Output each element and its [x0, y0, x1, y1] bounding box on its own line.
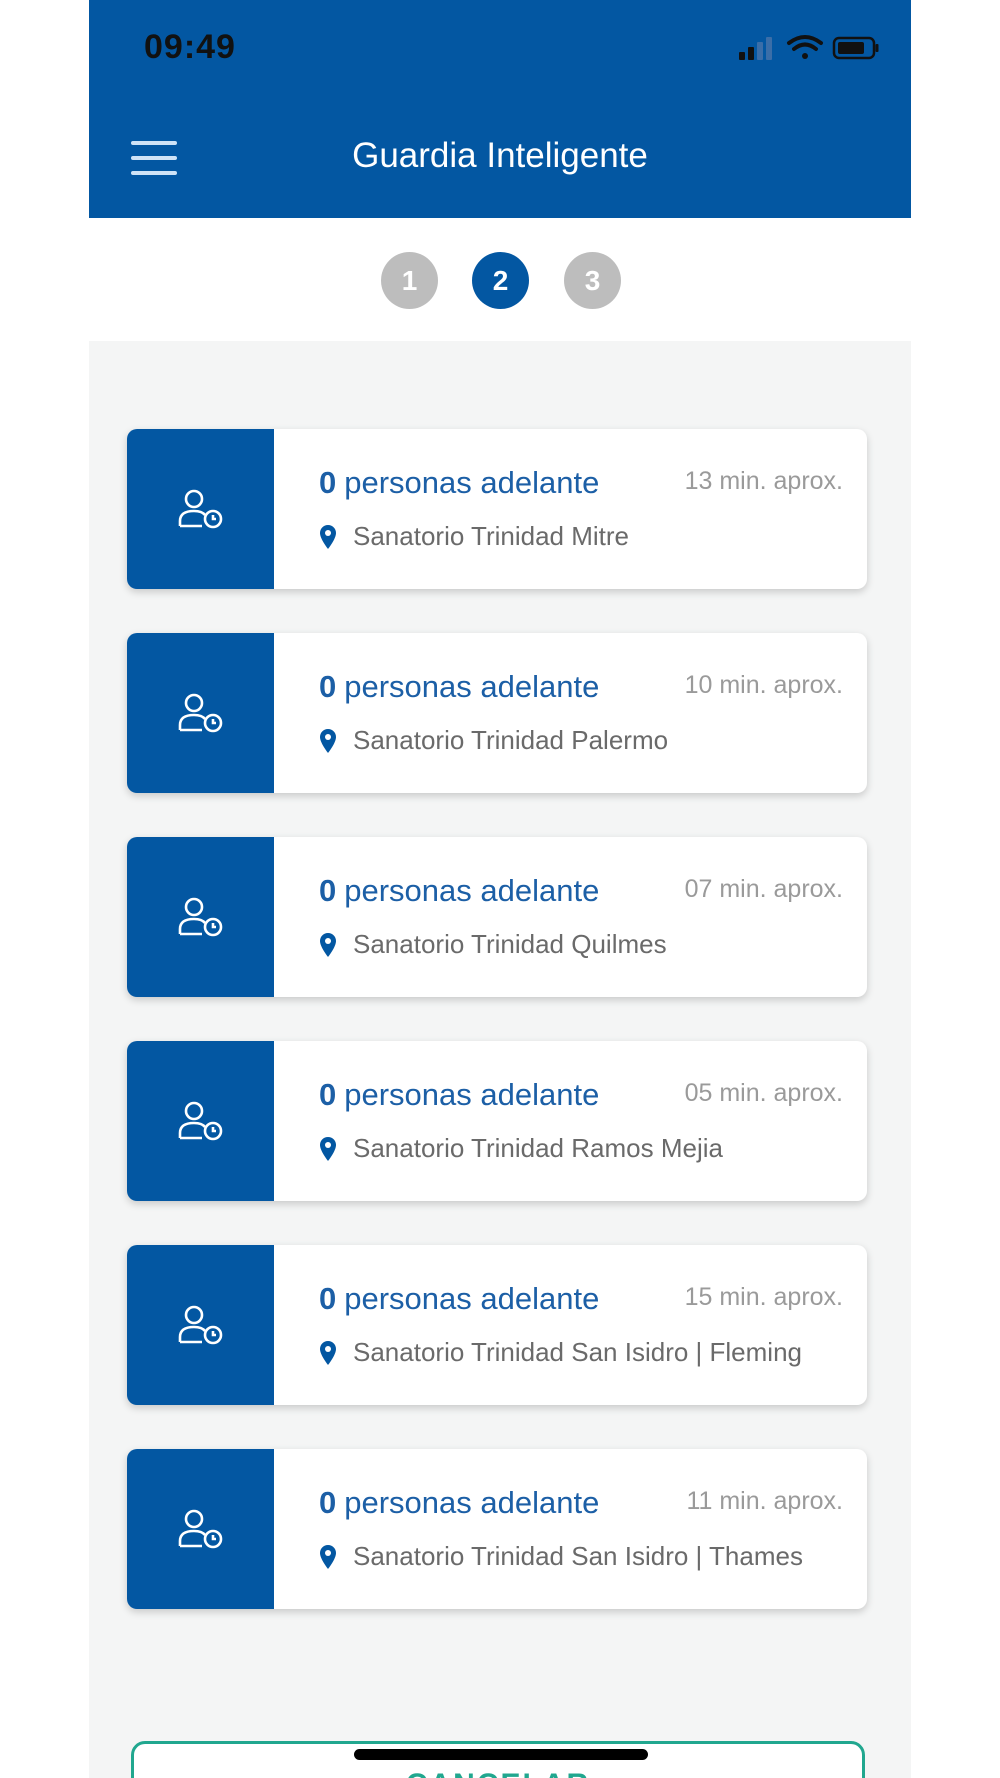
- step-1: 1: [381, 252, 438, 309]
- sanatorium-card[interactable]: 0 personas adelante 15 min. aprox. Sanato…: [127, 1245, 867, 1405]
- card-icon-panel: [127, 837, 274, 997]
- location-name: Sanatorio Trinidad Quilmes: [353, 929, 667, 959]
- people-label: personas adelante: [344, 465, 600, 500]
- app-header: 09:49 Guardia Inteligente: [89, 0, 911, 218]
- person-clock-icon: [178, 489, 222, 529]
- card-icon-panel: [127, 633, 274, 793]
- people-count: 0: [319, 1281, 337, 1316]
- eta-text: 07 min. aprox.: [684, 875, 843, 903]
- sanatorium-list: 0 personas adelante 13 min. aprox. Sanato…: [127, 429, 867, 1653]
- card-icon-panel: [127, 1041, 274, 1201]
- location-name: Sanatorio Trinidad Palermo: [353, 725, 669, 755]
- wifi-icon: [787, 35, 823, 59]
- location-name: Sanatorio Trinidad Mitre: [353, 521, 630, 551]
- eta-text: 13 min. aprox.: [684, 467, 843, 495]
- location-pin-icon: [320, 932, 336, 957]
- battery-icon: [832, 36, 879, 60]
- page-title: Guardia Inteligente: [352, 136, 648, 175]
- people-count: 0: [319, 465, 337, 500]
- eta-text: 11 min. aprox.: [686, 1487, 843, 1515]
- card-icon-panel: [127, 1449, 274, 1609]
- sanatorium-card[interactable]: 0 personas adelante 11 min. aprox. Sanato…: [127, 1449, 867, 1609]
- location-pin-icon: [320, 1544, 336, 1569]
- person-clock-icon: [178, 1509, 222, 1549]
- sanatorium-card[interactable]: 0 personas adelante 13 min. aprox. Sanato…: [127, 429, 867, 589]
- sanatorium-card[interactable]: 0 personas adelante 07 min. aprox. Sanato…: [127, 837, 867, 997]
- people-count: 0: [319, 669, 337, 704]
- step-2-active: 2: [472, 252, 529, 309]
- sanatorium-card[interactable]: 0 personas adelante 05 min. aprox. Sanato…: [127, 1041, 867, 1201]
- eta-text: 05 min. aprox.: [684, 1079, 843, 1107]
- location-name: Sanatorio Trinidad San Isidro | Thames: [353, 1541, 803, 1571]
- people-label: personas adelante: [344, 1281, 600, 1316]
- person-clock-icon: [178, 1305, 222, 1345]
- people-count: 0: [319, 873, 337, 908]
- eta-text: 10 min. aprox.: [684, 671, 843, 699]
- step-3: 3: [564, 252, 621, 309]
- home-indicator: [354, 1749, 648, 1760]
- location-pin-icon: [320, 1340, 336, 1365]
- people-label: personas adelante: [344, 1077, 600, 1112]
- status-icons: [739, 35, 879, 60]
- signal-icon: [739, 37, 772, 60]
- app-screen: 09:49 Guardia Inteligente 1 2 3 0 person…: [89, 0, 911, 1778]
- sanatorium-card[interactable]: 0 personas adelante 10 min. aprox. Sanato…: [127, 633, 867, 793]
- people-label: personas adelante: [344, 669, 600, 704]
- person-clock-icon: [178, 1101, 222, 1141]
- location-pin-icon: [320, 524, 336, 549]
- people-count: 0: [319, 1077, 337, 1112]
- location-name: Sanatorio Trinidad Ramos Mejia: [353, 1133, 723, 1163]
- people-label: personas adelante: [344, 873, 600, 908]
- eta-text: 15 min. aprox.: [684, 1283, 843, 1311]
- card-icon-panel: [127, 1245, 274, 1405]
- step-indicator: 1 2 3: [89, 218, 911, 341]
- person-clock-icon: [178, 693, 222, 733]
- card-icon-panel: [127, 429, 274, 589]
- location-pin-icon: [320, 1136, 336, 1161]
- status-time: 09:49: [144, 28, 236, 66]
- people-label: personas adelante: [344, 1485, 600, 1520]
- location-pin-icon: [320, 728, 336, 753]
- people-count: 0: [319, 1485, 337, 1520]
- location-name: Sanatorio Trinidad San Isidro | Fleming: [353, 1337, 802, 1367]
- person-clock-icon: [178, 897, 222, 937]
